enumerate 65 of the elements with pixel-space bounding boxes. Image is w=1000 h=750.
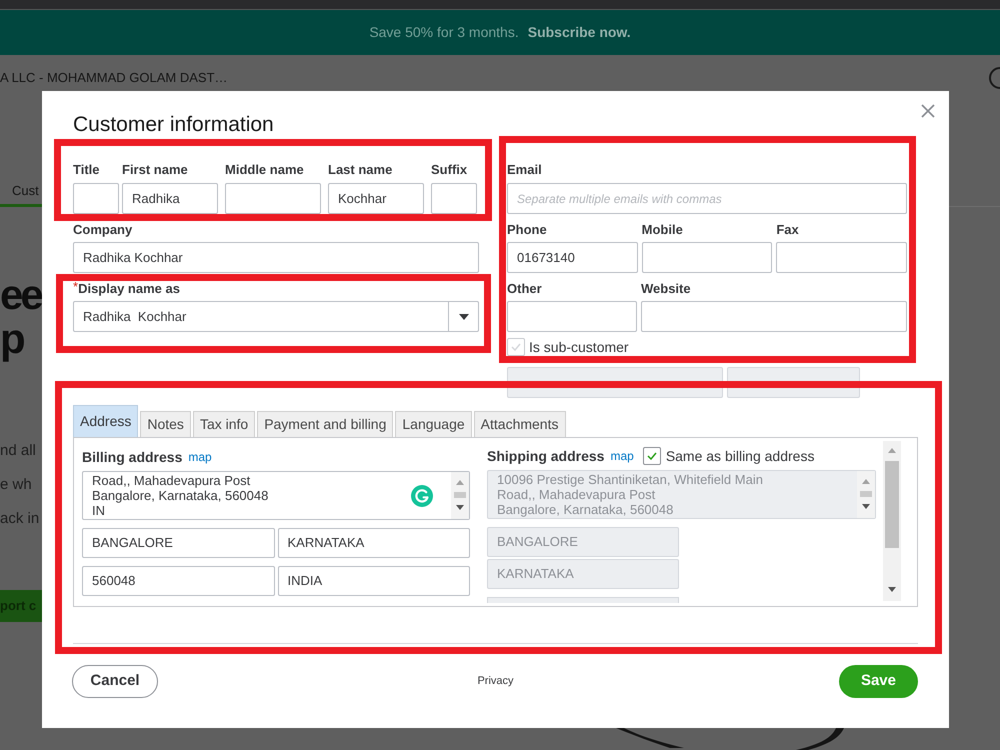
- text-input[interactable]: Radhika: [122, 183, 218, 214]
- close-button[interactable]: [920, 103, 936, 119]
- map-link[interactable]: map: [610, 447, 634, 465]
- text-input[interactable]: KARNATAKA: [278, 528, 470, 558]
- text-input[interactable]: [225, 183, 321, 214]
- tab[interactable]: Tax info: [192, 411, 256, 437]
- company-name: A LLC - MOHAMMAD GOLAM DAST…: [0, 69, 228, 88]
- text-input[interactable]: [507, 301, 637, 332]
- text-input[interactable]: [641, 301, 907, 332]
- field-label: Fax: [776, 221, 800, 239]
- checkmark-icon: [511, 343, 521, 351]
- text-input[interactable]: [776, 242, 907, 273]
- field-label: Suffix: [431, 161, 468, 179]
- field-label: Website: [641, 280, 692, 298]
- field-label: Phone: [507, 221, 548, 239]
- field-label: Last name: [328, 161, 394, 179]
- tab[interactable]: Notes: [140, 411, 191, 437]
- text-input[interactable]: [642, 242, 772, 273]
- field-label: First name: [122, 161, 189, 179]
- address-textarea[interactable]: Road,, Mahadevapura Post Bangalore, Karnataka, 560048 IN: [82, 471, 470, 520]
- required-mark: *: [73, 279, 78, 295]
- g-logo-icon[interactable]: [411, 484, 433, 506]
- tab[interactable]: Payment and billing: [257, 411, 394, 437]
- text-input[interactable]: [73, 183, 119, 214]
- tab[interactable]: Address: [73, 405, 138, 437]
- headline-text: ee: [0, 273, 42, 317]
- subscribe-link[interactable]: Subscribe now.: [528, 22, 631, 43]
- close-icon: [921, 104, 935, 118]
- field-label: Mobile: [642, 221, 684, 239]
- dialog-title: Customer information: [73, 112, 275, 138]
- tab[interactable]: Attachments: [474, 411, 566, 437]
- body-text: nd all: [0, 441, 37, 461]
- checkbox-label: Same as billing address: [666, 446, 814, 466]
- text-input[interactable]: [431, 183, 477, 214]
- text-input[interactable]: Radhika Kochhar: [73, 242, 479, 273]
- field-label: Email: [507, 161, 543, 179]
- scrollbar-drawing: [451, 472, 469, 519]
- section-title: Billing address: [82, 448, 182, 467]
- promo-text: Save 50% for 3 months.: [369, 23, 519, 42]
- text-input[interactable]: BANGALORE: [82, 528, 274, 558]
- map-link[interactable]: map: [188, 448, 212, 466]
- dropdown[interactable]: Radhika Kochhar: [73, 301, 479, 332]
- text-input[interactable]: [487, 597, 679, 603]
- body-text: ack in: [0, 509, 40, 529]
- tab[interactable]: Language: [395, 411, 472, 437]
- checkmark-icon: [646, 452, 657, 460]
- scrollbar-drawing: [857, 471, 875, 518]
- field-label: Title: [73, 161, 100, 179]
- text-input[interactable]: INDIA: [278, 566, 470, 596]
- field-label: Middle name: [225, 161, 305, 179]
- field-label: Other: [507, 280, 543, 298]
- privacy-link[interactable]: Privacy: [477, 673, 514, 690]
- body-text: e wh: [0, 475, 33, 495]
- cancel-button[interactable]: Cancel: [72, 665, 158, 698]
- headline-text: p: [0, 317, 24, 361]
- text-input[interactable]: 01673140: [507, 242, 638, 273]
- text-input[interactable]: 560048: [82, 566, 274, 596]
- checkbox-label: Is sub-customer: [529, 338, 629, 356]
- field-label: Company: [73, 221, 134, 239]
- checkbox[interactable]: [642, 447, 661, 465]
- section-title: Shipping address: [487, 446, 604, 466]
- field-label: Display name as: [78, 280, 180, 298]
- text-input[interactable]: Kochhar: [328, 183, 424, 214]
- checkbox[interactable]: [507, 338, 525, 356]
- caret-down-icon: [458, 314, 468, 320]
